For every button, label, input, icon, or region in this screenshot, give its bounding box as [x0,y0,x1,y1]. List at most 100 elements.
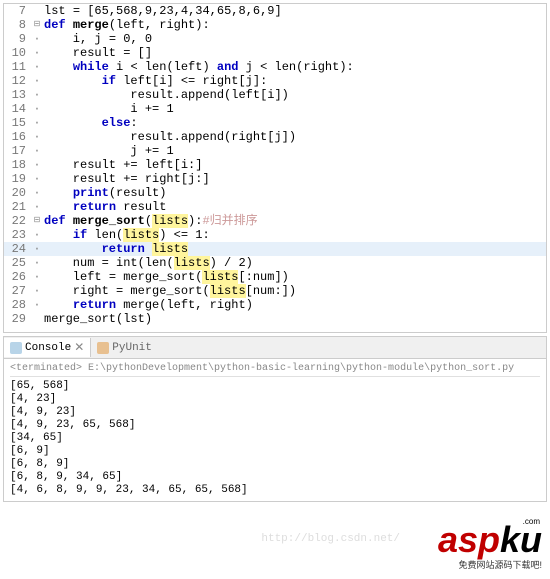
code-content[interactable]: result += left[i:] [44,158,546,172]
fold-gutter [30,270,44,284]
code-line[interactable]: 19 result += right[j:] [4,172,546,186]
fold-gutter [30,228,44,242]
fold-gutter [30,298,44,312]
code-content[interactable]: return merge(left, right) [44,298,546,312]
code-line[interactable]: 29 merge_sort(lst) [4,312,546,326]
code-line[interactable]: 9 i, j = 0, 0 [4,32,546,46]
console-output-line: [4, 9, 23, 65, 568] [10,419,540,432]
code-line[interactable]: 10 result = [] [4,46,546,60]
terminated-status: <terminated> E:\pythonDevelopment\python… [10,363,540,377]
code-line[interactable]: 11 while i < len(left) and j < len(right… [4,60,546,74]
code-editor[interactable]: 7 lst = [65,568,9,23,4,34,65,8,6,9] 8 def m… [3,3,547,333]
console-output-line: [4, 23] [10,393,540,406]
code-content[interactable]: j += 1 [44,144,546,158]
tab-console-label: Console [25,342,71,354]
fold-gutter [30,172,44,186]
code-line[interactable]: 17 j += 1 [4,144,546,158]
code-content[interactable]: left = merge_sort(lists[:num]) [44,270,546,284]
code-line[interactable]: 15 else: [4,116,546,130]
fold-gutter [30,46,44,60]
fold-collapse-icon[interactable] [30,18,44,32]
code-content[interactable]: i, j = 0, 0 [44,32,546,46]
fold-gutter [30,158,44,172]
console-output-line: [4, 6, 8, 9, 9, 23, 34, 65, 65, 568] [10,484,540,497]
code-content[interactable]: lst = [65,568,9,23,4,34,65,8,6,9] [44,4,546,18]
code-line[interactable]: 16 result.append(right[j]) [4,130,546,144]
line-number: 13 [4,88,30,102]
watermark-asp: asp [438,519,500,561]
code-line[interactable]: 13 result.append(left[i]) [4,88,546,102]
fold-gutter [30,32,44,46]
fold-gutter [30,116,44,130]
fold-gutter [30,186,44,200]
line-number: 27 [4,284,30,298]
console-body[interactable]: <terminated> E:\pythonDevelopment\python… [4,359,546,501]
line-number: 8 [4,18,30,32]
code-line[interactable]: 21 return result [4,200,546,214]
code-line[interactable]: 12 if left[i] <= right[j]: [4,74,546,88]
code-content[interactable]: result.append(left[i]) [44,88,546,102]
code-line[interactable]: 23 if len(lists) <= 1: [4,228,546,242]
fold-gutter [30,144,44,158]
close-tab-icon[interactable]: ✕ [74,340,84,355]
line-number: 22 [4,214,30,228]
watermark-logo: asp ku .com 免费网站源码下载吧! [438,519,542,561]
line-number: 10 [4,46,30,60]
line-number: 29 [4,312,30,326]
code-line[interactable]: 8 def merge(left, right): [4,18,546,32]
line-number: 12 [4,74,30,88]
code-line[interactable]: 14 i += 1 [4,102,546,116]
code-content[interactable]: right = merge_sort(lists[num:]) [44,284,546,298]
watermark-top: .com [523,517,540,526]
code-content[interactable]: while i < len(left) and j < len(right): [44,60,546,74]
line-number: 16 [4,130,30,144]
code-content[interactable]: return lists [44,242,546,256]
code-content[interactable]: i += 1 [44,102,546,116]
code-content[interactable]: if left[i] <= right[j]: [44,74,546,88]
code-content[interactable]: return result [44,200,546,214]
code-line[interactable]: 26 left = merge_sort(lists[:num]) [4,270,546,284]
line-number: 14 [4,102,30,116]
line-number: 24 [4,242,30,256]
console-tabs: Console ✕ PyUnit [4,337,546,359]
line-number: 15 [4,116,30,130]
fold-gutter [30,242,44,256]
code-content[interactable]: print(result) [44,186,546,200]
line-number: 25 [4,256,30,270]
line-number: 11 [4,60,30,74]
code-line[interactable]: 18 result += left[i:] [4,158,546,172]
pyunit-icon [97,342,109,354]
console-output-line: [4, 9, 23] [10,406,540,419]
code-content[interactable]: def merge(left, right): [44,18,546,32]
code-content[interactable]: def merge_sort(lists):#归并排序 [44,214,546,228]
fold-gutter [30,74,44,88]
line-number: 7 [4,4,30,18]
code-line[interactable]: 27 right = merge_sort(lists[num:]) [4,284,546,298]
fold-gutter [30,256,44,270]
code-content[interactable]: result.append(right[j]) [44,130,546,144]
line-number: 18 [4,158,30,172]
tab-pyunit[interactable]: PyUnit [91,340,158,356]
tab-console[interactable]: Console ✕ [4,338,91,357]
code-line[interactable]: 24 return lists [4,242,546,256]
code-content[interactable]: merge_sort(lst) [44,312,546,326]
console-output-line: [6, 8, 9] [10,458,540,471]
fold-gutter [30,102,44,116]
console-output-line: [65, 568] [10,380,540,393]
code-content[interactable]: result = [] [44,46,546,60]
fold-collapse-icon[interactable] [30,214,44,228]
code-line[interactable]: 22 def merge_sort(lists):#归并排序 [4,214,546,228]
code-content[interactable]: num = int(len(lists) / 2) [44,256,546,270]
code-content[interactable]: if len(lists) <= 1: [44,228,546,242]
code-line[interactable]: 7 lst = [65,568,9,23,4,34,65,8,6,9] [4,4,546,18]
code-content[interactable]: else: [44,116,546,130]
line-number: 9 [4,32,30,46]
code-line[interactable]: 28 return merge(left, right) [4,298,546,312]
console-output-line: [6, 8, 9, 34, 65] [10,471,540,484]
code-line[interactable]: 25 num = int(len(lists) / 2) [4,256,546,270]
line-number: 17 [4,144,30,158]
line-number: 26 [4,270,30,284]
line-number: 19 [4,172,30,186]
code-line[interactable]: 20 print(result) [4,186,546,200]
code-content[interactable]: result += right[j:] [44,172,546,186]
